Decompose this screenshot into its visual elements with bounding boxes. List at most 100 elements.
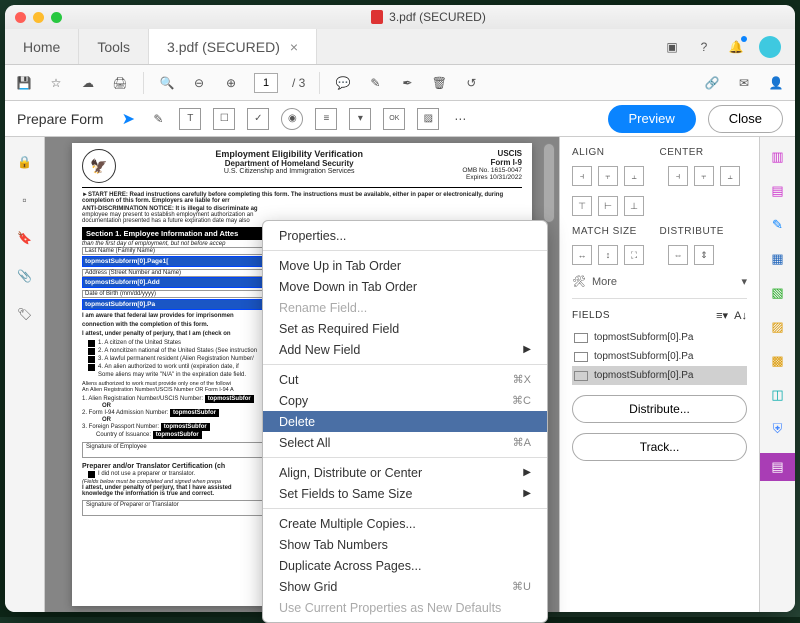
center-h-icon[interactable]: ⫞	[668, 166, 688, 186]
more-button[interactable]: 🛠 More▾	[572, 275, 747, 288]
dist-h-icon[interactable]: ⇔	[668, 245, 688, 265]
export-icon[interactable]: ▦	[768, 249, 788, 269]
minimize-window-icon[interactable]	[33, 12, 44, 23]
link-icon[interactable]: 🔗	[703, 74, 721, 92]
preview-button[interactable]: Preview	[608, 105, 696, 133]
track-button[interactable]: Track...	[572, 433, 747, 461]
menu-cut[interactable]: Cut⌘X	[263, 369, 547, 390]
pages-icon[interactable]: ▫	[16, 191, 34, 209]
align-right-icon[interactable]: ⫠	[624, 166, 644, 186]
person-icon[interactable]: 👤	[767, 74, 785, 92]
edit-pdf-icon[interactable]: ▤	[768, 181, 788, 201]
menu-move-down[interactable]: Move Down in Tab Order	[263, 276, 547, 297]
close-button[interactable]: Close	[708, 105, 783, 133]
match-height-icon[interactable]: ↕	[598, 245, 618, 265]
page-input[interactable]	[254, 73, 278, 93]
tab-home[interactable]: Home	[5, 29, 79, 64]
zoom-in-icon[interactable]: ⊕	[222, 74, 240, 92]
checkbox-tool[interactable]: ☐	[213, 108, 235, 130]
check-tool[interactable]: ✓	[247, 108, 269, 130]
select-tool-icon[interactable]: ➤	[119, 110, 137, 128]
maximize-window-icon[interactable]	[51, 12, 62, 23]
close-window-icon[interactable]	[15, 12, 26, 23]
lock-icon[interactable]: 🔒	[16, 153, 34, 171]
field-item[interactable]: topmostSubform[0].Pa	[572, 347, 747, 366]
help-icon[interactable]: ?	[695, 38, 713, 56]
radio-tool[interactable]: ◉	[281, 108, 303, 130]
dist-v-icon[interactable]: ⇕	[694, 245, 714, 265]
image-tool[interactable]: ▨	[417, 108, 439, 130]
comment-icon[interactable]: 💬	[334, 74, 352, 92]
align-bottom-icon[interactable]: ⊥	[624, 196, 644, 216]
close-tab-icon[interactable]: ×	[290, 39, 298, 55]
menu-delete[interactable]: Delete	[263, 411, 547, 432]
menu-add-new[interactable]: Add New Field▶	[263, 339, 547, 360]
field-item[interactable]: topmostSubform[0].Pa	[572, 366, 747, 385]
menu-align[interactable]: Align, Distribute or Center▶	[263, 462, 547, 483]
menu-tab-numbers[interactable]: Show Tab Numbers	[263, 534, 547, 555]
align-middle-icon[interactable]: ⊢	[598, 196, 618, 216]
prepare-form-icon[interactable]: ▤	[760, 453, 795, 481]
menu-grid[interactable]: Show Grid⌘U	[263, 576, 547, 597]
panel-icon[interactable]: ▣	[663, 38, 681, 56]
cloud-icon[interactable]: ☁	[79, 74, 97, 92]
match-width-icon[interactable]: ↔	[572, 245, 592, 265]
align-center-h-icon[interactable]: ⫟	[598, 166, 618, 186]
edit-tool-icon[interactable]: ✎	[149, 110, 167, 128]
tag-icon[interactable]: 🏷	[16, 305, 34, 323]
trash-icon[interactable]: 🗑	[430, 74, 448, 92]
menu-move-up[interactable]: Move Up in Tab Order	[263, 255, 547, 276]
highlight-icon[interactable]: ✎	[366, 74, 384, 92]
bookmark-icon[interactable]: 🔖	[16, 229, 34, 247]
protect-icon[interactable]: ◫	[768, 385, 788, 405]
mail-icon[interactable]: ✉	[735, 74, 753, 92]
align-left-icon[interactable]: ⫞	[572, 166, 592, 186]
menu-select-all[interactable]: Select All⌘A	[263, 432, 547, 453]
menu-same-size[interactable]: Set Fields to Same Size▶	[263, 483, 547, 504]
tab-document[interactable]: 3.pdf (SECURED) ×	[149, 29, 317, 64]
create-pdf-icon[interactable]: ▥	[768, 147, 788, 167]
right-panel: ALIGNCENTER ⫞ ⫟ ⫠ ⫞ ⫟ ⫠ ⊤ ⊢ ⊥ MATCH SIZE…	[559, 137, 759, 612]
form-field[interactable]: topmostSubform[0].Pa	[82, 299, 280, 310]
field-item[interactable]: topmostSubform[0].Pa	[572, 328, 747, 347]
menu-copy[interactable]: Copy⌘C	[263, 390, 547, 411]
undo-icon[interactable]: ↺	[462, 74, 480, 92]
titlebar: 3.pdf (SECURED)	[5, 5, 795, 29]
dhs-seal-icon: 🦅	[82, 149, 116, 183]
button-tool[interactable]: OK	[383, 108, 405, 130]
attachment-icon[interactable]: 📎	[16, 267, 34, 285]
organize-icon[interactable]: ▧	[768, 283, 788, 303]
sign-icon[interactable]: ✒	[398, 74, 416, 92]
order-icon[interactable]: A↓	[734, 310, 747, 322]
tab-tools[interactable]: Tools	[79, 29, 149, 64]
sort-icon[interactable]: ≡▾	[716, 309, 728, 322]
scan-icon[interactable]: ▩	[768, 351, 788, 371]
menu-multiple-copies[interactable]: Create Multiple Copies...	[263, 513, 547, 534]
comment-tool-icon[interactable]: ▨	[768, 317, 788, 337]
right-rail: ▥ ▤ ✎ ▦ ▧ ▨ ▩ ◫ ⛨ ▤	[759, 137, 795, 612]
text-field-tool[interactable]: T	[179, 108, 201, 130]
print-icon[interactable]: 🖨	[111, 74, 129, 92]
center-v-icon[interactable]: ⫟	[694, 166, 714, 186]
shield-icon[interactable]: ⛨	[768, 419, 788, 439]
bell-icon[interactable]: 🔔	[727, 38, 745, 56]
list-tool[interactable]: ≡	[315, 108, 337, 130]
sign-tool-icon[interactable]: ✎	[768, 215, 788, 235]
avatar[interactable]	[759, 36, 781, 58]
menu-required[interactable]: Set as Required Field	[263, 318, 547, 339]
menu-defaults: Use Current Properties as New Defaults	[263, 597, 547, 618]
more-tools-icon[interactable]: ⋯	[451, 110, 469, 128]
zoom-out-icon[interactable]: ⊖	[190, 74, 208, 92]
align-top-icon[interactable]: ⊤	[572, 196, 592, 216]
distribute-button[interactable]: Distribute...	[572, 395, 747, 423]
zoom-icon[interactable]: 🔍	[158, 74, 176, 92]
form-toolbar: Prepare Form ➤ ✎ T ☐ ✓ ◉ ≡ ▾ OK ▨ ⋯ Prev…	[5, 101, 795, 137]
dropdown-tool[interactable]: ▾	[349, 108, 371, 130]
star-icon[interactable]: ☆	[47, 74, 65, 92]
menu-properties[interactable]: Properties...	[263, 225, 547, 246]
center-both-icon[interactable]: ⫠	[720, 166, 740, 186]
save-icon[interactable]: 💾	[15, 74, 33, 92]
match-both-icon[interactable]: ⛶	[624, 245, 644, 265]
scrollbar[interactable]	[543, 143, 555, 223]
menu-duplicate[interactable]: Duplicate Across Pages...	[263, 555, 547, 576]
